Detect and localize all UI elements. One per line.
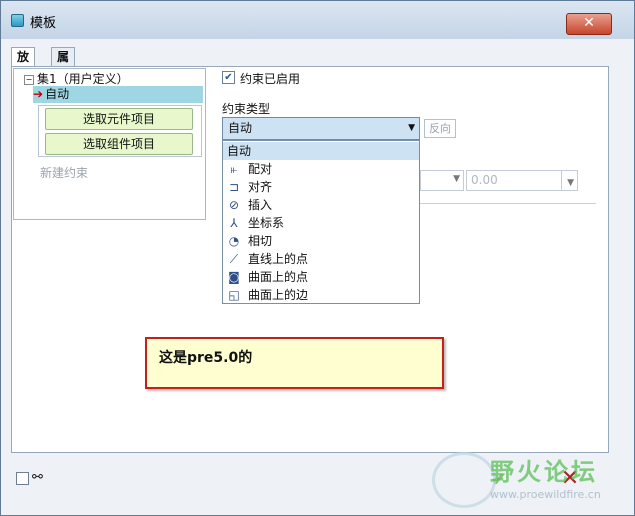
constraint-type-combo[interactable]: 自动 ▼	[222, 117, 420, 140]
tree-item-auto-label: 自动	[45, 87, 70, 101]
watermark-title: 野火论坛	[490, 458, 598, 486]
preview-checkbox[interactable]	[16, 472, 29, 485]
tangent-icon: ◔	[228, 234, 240, 248]
option-auto[interactable]: 自动	[223, 142, 419, 160]
watermark-logo	[432, 452, 496, 508]
option-label: 插入	[248, 198, 273, 212]
offset-value-combo[interactable]: 0.00 ▼	[466, 170, 578, 191]
constraint-enabled-checkbox[interactable]: ✔	[222, 71, 235, 84]
option-mate[interactable]: ⫦ 配对	[223, 160, 419, 178]
flip-button[interactable]: 反向	[424, 119, 456, 138]
close-button[interactable]: ✕	[566, 13, 612, 35]
offset-value: 0.00	[471, 173, 498, 187]
window-title: 模板	[30, 16, 57, 31]
tree-item-auto[interactable]: ➔ 自动	[33, 86, 203, 103]
tab-placement[interactable]: 放置	[11, 47, 36, 82]
arrow-right-icon: ➔	[33, 87, 44, 101]
option-point-on-surface[interactable]: ◙ 曲面上的点	[223, 268, 419, 286]
point-on-line-icon: ⟋	[229, 252, 239, 266]
option-point-on-line[interactable]: ⟋ 直线上的点	[223, 250, 419, 268]
annotation-callout: 这是pre5.0的	[145, 337, 444, 389]
option-insert[interactable]: ⊘ 插入	[223, 196, 419, 214]
chevron-down-icon: ▼	[453, 174, 460, 184]
option-label: 坐标系	[248, 216, 285, 230]
option-label: 对齐	[248, 180, 273, 194]
glasses-icon[interactable]: ⚯	[32, 470, 43, 485]
offset-type-combo[interactable]: ▼	[420, 170, 464, 191]
constraint-type-label: 约束类型	[222, 102, 271, 116]
new-constraint-link[interactable]: 新建约束	[40, 164, 88, 181]
edge-on-surface-icon: ◱	[228, 288, 240, 302]
option-tangent[interactable]: ◔ 相切	[223, 232, 419, 250]
option-label: 相切	[248, 234, 273, 248]
annotation-text: 这是pre5.0的	[159, 350, 253, 366]
option-label: 曲面上的点	[248, 270, 309, 284]
option-edge-on-surface[interactable]: ◱ 曲面上的边	[223, 286, 419, 304]
option-label: 直线上的点	[248, 252, 309, 266]
point-on-surface-icon: ◙	[228, 270, 240, 284]
pick-component-button[interactable]: 选取元件项目	[45, 108, 193, 130]
divider	[420, 203, 596, 204]
option-align[interactable]: ⊐ 对齐	[223, 178, 419, 196]
option-label: 自动	[227, 144, 252, 158]
constraint-type-dropdown: 自动 ⫦ 配对 ⊐ 对齐 ⊘ 插入 ⅄ 坐标系 ◔ 相切 ⟋ 直线上的点 ◙ 曲…	[222, 140, 420, 304]
watermark-url: www.proewildfire.cn	[490, 488, 601, 501]
option-label: 曲面上的边	[248, 288, 309, 302]
chevron-down-icon: ▼	[567, 178, 574, 188]
option-csys[interactable]: ⅄ 坐标系	[223, 214, 419, 232]
mate-icon: ⫦	[230, 162, 238, 176]
constraint-type-value: 自动	[228, 121, 253, 135]
tab-properties[interactable]: 属性	[51, 47, 76, 82]
tree-root-label: 集1（用户定义）	[37, 72, 129, 86]
chevron-down-icon: ▼	[408, 123, 415, 133]
constraint-enabled-label: 约束已启用	[240, 72, 301, 86]
tree-root-set[interactable]: − 集1（用户定义）	[24, 70, 129, 87]
collapse-icon[interactable]: −	[24, 75, 34, 85]
option-label: 配对	[248, 162, 273, 176]
csys-icon: ⅄	[230, 216, 238, 230]
title-bar[interactable]: 模板 ✕	[1, 1, 634, 39]
pick-assembly-button[interactable]: 选取组件项目	[45, 133, 193, 155]
insert-icon: ⊘	[228, 198, 240, 212]
app-icon	[11, 14, 24, 27]
align-icon: ⊐	[228, 180, 240, 194]
